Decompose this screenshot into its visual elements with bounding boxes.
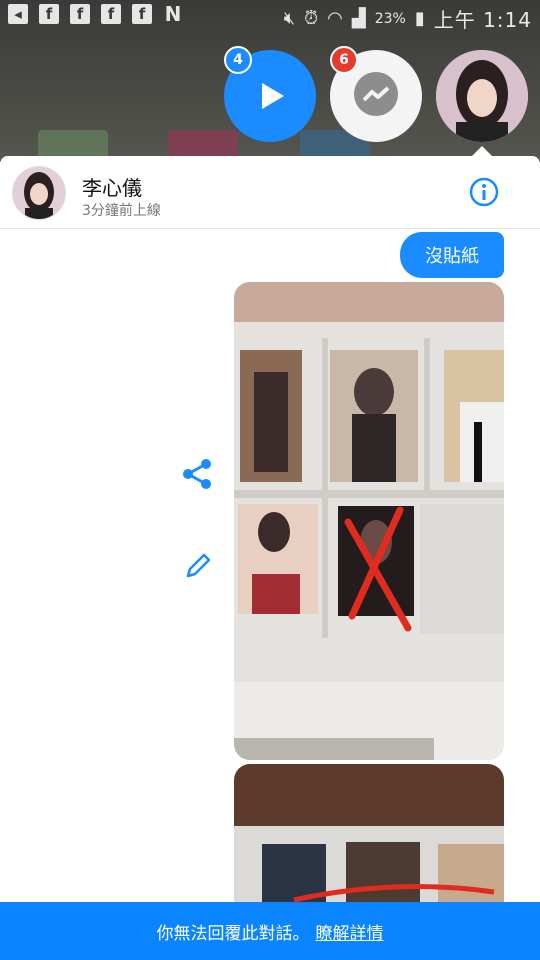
- battery-icon: ▮: [414, 8, 425, 29]
- status-bar: ◂ f f f f N 🔇︎ ⏰︎ ◠ ▟ 23% ▮ 上午 1:14: [0, 0, 540, 32]
- facebook-icon: f: [39, 4, 59, 24]
- facebook-icon: f: [132, 4, 152, 24]
- messenger-unread-badge: 6: [330, 46, 358, 74]
- photo-binder-pages: [234, 764, 504, 902]
- share-icon[interactable]: [180, 456, 216, 492]
- contact-avatar[interactable]: [12, 166, 66, 220]
- avatar-portrait: [436, 50, 528, 142]
- learn-more-link[interactable]: 瞭解詳情: [316, 919, 384, 944]
- contact-name: 李心儀: [82, 176, 142, 200]
- photo-message[interactable]: [234, 764, 504, 902]
- wifi-icon: ◠: [327, 8, 343, 29]
- message-bubble[interactable]: 沒貼紙: [400, 232, 504, 278]
- alarm-icon: ⏰︎: [304, 8, 319, 29]
- back-icon: ◂: [8, 4, 28, 24]
- facebook-icon: f: [70, 4, 90, 24]
- signal-icon: ▟: [351, 8, 366, 29]
- photo-message[interactable]: [234, 282, 504, 760]
- nfc-icon: N: [164, 2, 182, 26]
- cannot-reply-banner: 你無法回覆此對話。 瞭解詳情: [0, 902, 540, 960]
- avatar-portrait: [13, 167, 65, 219]
- mute-icon: 🔇︎: [283, 8, 296, 29]
- contact-chat-head-avatar[interactable]: [436, 50, 528, 142]
- cannot-reply-notice: 你無法回覆此對話。: [156, 923, 310, 944]
- photo-binder-pages: [234, 282, 504, 760]
- contact-status: 3分鐘前上線: [82, 203, 161, 219]
- battery-percent: 23%: [374, 10, 406, 27]
- facebook-icon: f: [101, 4, 121, 24]
- clock: 上午 1:14: [433, 8, 532, 32]
- info-icon: [469, 177, 499, 207]
- video-unread-badge: 4: [224, 46, 252, 74]
- info-button[interactable]: [468, 176, 500, 208]
- chat-panel: 李心儀 3分鐘前上線 沒貼紙: [0, 156, 540, 902]
- conversation-header: 李心儀 3分鐘前上線: [0, 156, 540, 229]
- edit-icon[interactable]: [182, 550, 214, 582]
